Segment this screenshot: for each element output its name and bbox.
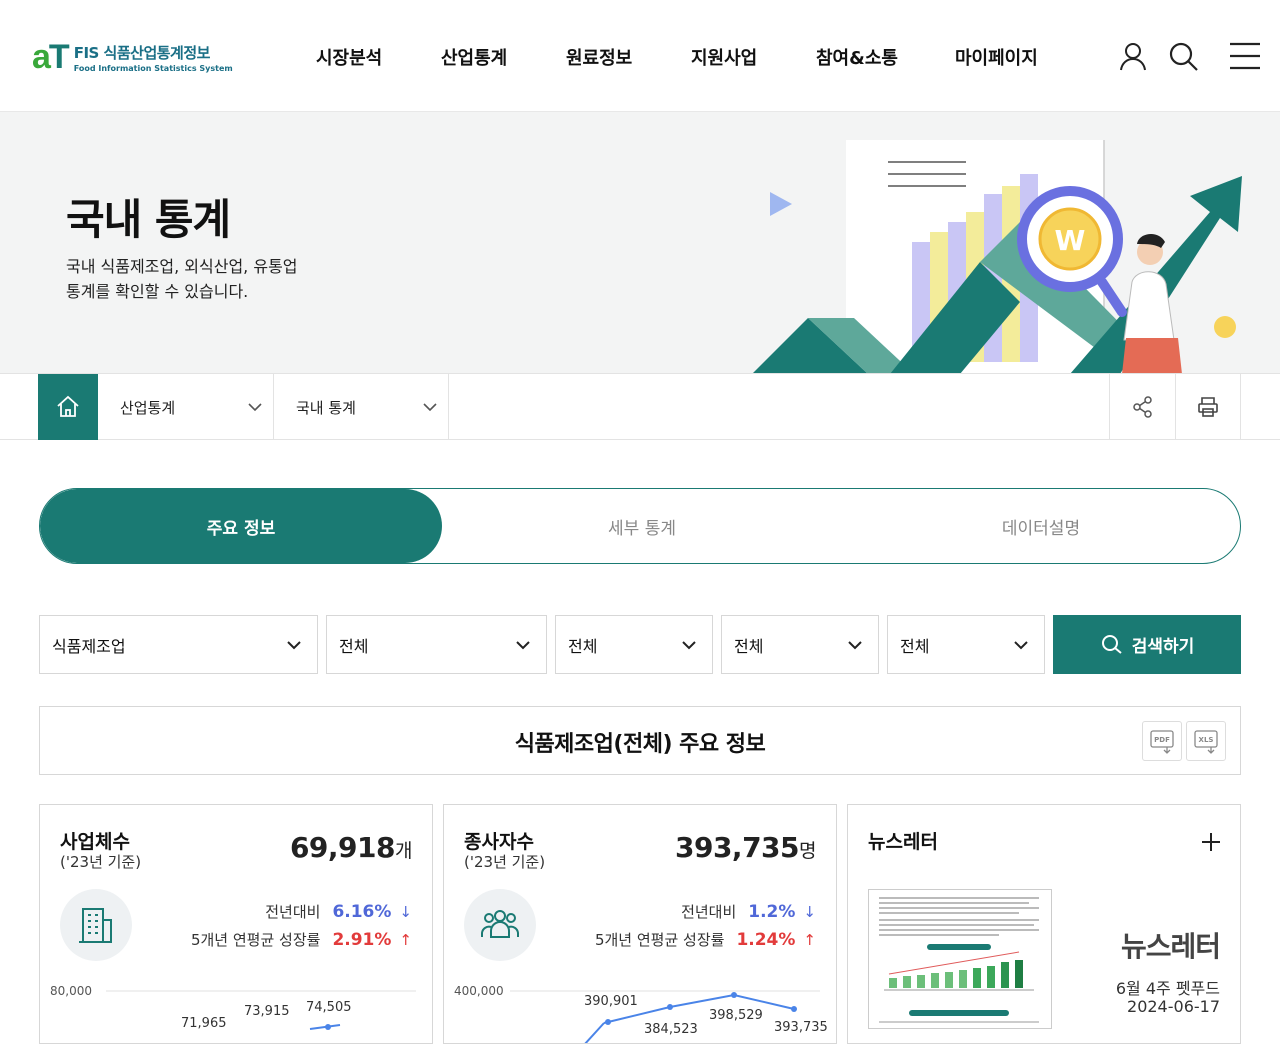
data-point	[791, 1006, 797, 1012]
data-label: 393,735	[774, 1020, 828, 1035]
logo-title: FIS 식품산업통계정보	[73, 43, 211, 62]
content-tabs: 주요 정보 세부 통계 데이터설명	[39, 488, 1241, 564]
breadcrumb: 산업통계 국내 통계	[0, 373, 1280, 440]
logo-subtitle: Food Information Statistics System	[73, 63, 233, 73]
chevron-down-icon	[423, 403, 437, 412]
section-title: 식품제조업(전체) 주요 정보	[514, 732, 766, 757]
tab-data-description[interactable]: 데이터설명	[842, 489, 1240, 563]
nav-item-material[interactable]: 원료정보	[566, 44, 632, 70]
business-cagr: 5개년 연평균 성장률 2.91% ↑	[190, 930, 412, 950]
svg-text:PDF: PDF	[1154, 736, 1170, 744]
business-mini-chart: 80,000 71,965 73,915 74,505	[50, 984, 416, 1031]
tab-main-info[interactable]: 주요 정보	[40, 489, 442, 563]
filter-select-2[interactable]: 전체	[326, 615, 547, 674]
chevron-down-icon	[287, 641, 301, 650]
employee-mini-chart: 400,000 390,901 398,529 384,523 393,735	[454, 984, 828, 1043]
axis-label-max: 80,000	[50, 984, 92, 998]
newsletter-card: 뉴스레터 뉴스레터 6월 4주 펫푸드 2024-06-17	[847, 804, 1241, 1044]
filter-select-5[interactable]: 전체	[887, 615, 1045, 674]
business-count-card: 사업체수 ('23년 기준) 69,918개 전년대비 6.16% ↓ 5개년 연평…	[39, 804, 433, 1044]
nav-item-support[interactable]: 지원사업	[691, 44, 757, 70]
building-icon	[60, 889, 132, 961]
page-title: 국내 통계	[66, 195, 231, 244]
data-label: 398,529	[709, 1008, 763, 1023]
business-yoy: 전년대비 6.16% ↓	[265, 902, 412, 922]
employee-count-value: 393,735명	[674, 831, 817, 864]
user-icon[interactable]	[1115, 38, 1151, 74]
search-button[interactable]: 검색하기	[1053, 615, 1241, 674]
svg-text:W: W	[1055, 224, 1086, 257]
nav-item-market[interactable]: 시장분석	[316, 44, 382, 70]
employee-count-card: 종사자수 ('23년 기준) 393,735명 전년대비 1.2% ↓ 5개년 연평…	[443, 804, 837, 1044]
menu-icon[interactable]	[1228, 38, 1264, 74]
filter-select-3[interactable]: 전체	[555, 615, 713, 674]
chevron-down-icon	[516, 641, 530, 650]
data-point	[325, 1024, 331, 1030]
breadcrumb-select-level1[interactable]: 산업통계	[98, 374, 274, 440]
data-label: 73,915	[244, 1004, 290, 1019]
people-icon	[464, 889, 536, 961]
data-point	[667, 1004, 673, 1010]
filter-select-4[interactable]: 전체	[721, 615, 879, 674]
home-button[interactable]	[38, 374, 98, 440]
home-icon	[57, 395, 79, 417]
search-icon	[1101, 634, 1122, 654]
chevron-down-icon	[1014, 641, 1028, 650]
newsletter-thumbnail[interactable]	[868, 889, 1052, 1029]
pdf-download-button[interactable]: PDF	[1142, 721, 1182, 761]
data-label: 74,505	[306, 1000, 352, 1015]
share-button[interactable]	[1109, 374, 1175, 440]
chevron-down-icon	[682, 641, 696, 650]
nav-item-industry[interactable]: 산업통계	[441, 44, 507, 70]
newsletter-label: 뉴스레터	[1120, 930, 1221, 963]
newsletter-date: 2024-06-17	[1127, 997, 1220, 1016]
more-plus-icon[interactable]	[1200, 831, 1222, 857]
axis-label-max: 400,000	[454, 984, 504, 998]
nav-item-mypage[interactable]: 마이페이지	[955, 44, 1038, 70]
card-subtitle: ('23년 기준)	[464, 853, 546, 871]
newsletter-preview-image	[879, 897, 1039, 1023]
data-point	[731, 992, 737, 998]
hero-illustration: W	[752, 140, 1242, 374]
chevron-down-icon	[248, 403, 262, 412]
print-button[interactable]	[1175, 374, 1241, 440]
employee-yoy: 전년대비 1.2% ↓	[681, 902, 816, 922]
data-label: 384,523	[644, 1022, 698, 1037]
nav-item-community[interactable]: 참여&소통	[816, 44, 898, 70]
hero-banner: 국내 통계 국내 식품제조업, 외식산업, 유통업 통계를 확인할 수 있습니다…	[0, 112, 1280, 374]
section-header: 식품제조업(전체) 주요 정보 PDF XLS	[39, 706, 1241, 775]
card-title: 뉴스레터	[868, 831, 938, 853]
logo-mark: aT	[32, 38, 70, 76]
industry-select[interactable]: 식품제조업	[39, 615, 318, 674]
employee-cagr: 5개년 연평균 성장률 1.24% ↑	[594, 930, 816, 950]
data-point	[605, 1019, 611, 1025]
tab-detail-stats[interactable]: 세부 통계	[442, 489, 842, 563]
pdf-download-icon: PDF	[1150, 730, 1174, 754]
business-count-value: 69,918개	[289, 831, 413, 864]
page-description: 국내 식품제조업, 외식산업, 유통업 통계를 확인할 수 있습니다.	[66, 257, 298, 301]
xls-download-button[interactable]: XLS	[1186, 721, 1226, 761]
breadcrumb-select-level2[interactable]: 국내 통계	[274, 374, 449, 440]
share-icon	[1132, 396, 1152, 418]
site-logo[interactable]: aT FIS 식품산업통계정보 Food Information Statist…	[32, 40, 233, 74]
xls-download-icon: XLS	[1194, 730, 1218, 754]
site-header: aT FIS 식품산업통계정보 Food Information Statist…	[0, 0, 1280, 112]
search-icon[interactable]	[1165, 38, 1201, 74]
svg-text:XLS: XLS	[1199, 736, 1214, 744]
newsletter-issue[interactable]: 6월 4주 펫푸드	[1116, 975, 1220, 999]
chevron-down-icon	[848, 641, 862, 650]
print-icon	[1198, 397, 1218, 417]
data-label: 390,901	[584, 994, 638, 1009]
card-title: 사업체수	[60, 831, 130, 853]
card-title: 종사자수	[464, 831, 534, 853]
card-subtitle: ('23년 기준)	[60, 853, 142, 871]
